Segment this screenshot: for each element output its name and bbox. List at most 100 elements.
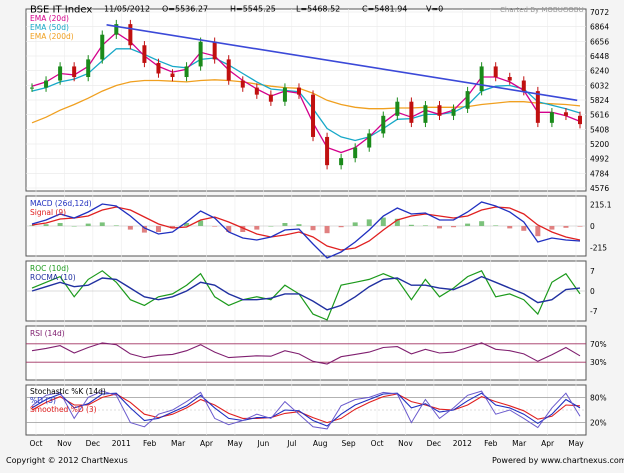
stoch-tick-label: 80% <box>590 393 607 402</box>
macd-histogram-bar <box>296 224 302 226</box>
charted-by-label: Charted By MOBUGOBU <box>500 6 584 14</box>
macd-histogram-bar <box>577 226 583 227</box>
x-tick-label: May <box>568 439 584 448</box>
candle-body <box>451 108 456 116</box>
x-tick-label: Oct <box>30 439 43 448</box>
powered-by-text: Powered by www.chartnexus.com <box>492 456 624 465</box>
candle-body <box>226 59 231 81</box>
legend-entry: EMA (50d) <box>30 23 69 32</box>
macd-histogram-bar <box>422 225 428 226</box>
candle-body <box>578 115 582 125</box>
candle-body <box>535 91 540 123</box>
macd-histogram-bar <box>535 226 541 237</box>
candle-body <box>395 101 400 116</box>
macd-histogram-bar <box>268 226 274 227</box>
macd-tick-label: -215 <box>590 244 607 253</box>
copyright-text: Copyright © 2012 ChartNexus <box>6 456 128 465</box>
open-readout: O=5536.27 <box>162 5 208 14</box>
macd-histogram-bar <box>282 223 288 226</box>
price-tick-label: 4992 <box>590 155 609 164</box>
legend-entry: Smoothed %D (3) <box>30 405 97 414</box>
macd-histogram-bar <box>451 226 457 228</box>
x-tick-label: Apr <box>200 439 214 448</box>
macd-histogram-bar <box>563 226 569 228</box>
candle-body <box>409 101 414 123</box>
rsi-tick-label: 30% <box>590 358 607 367</box>
macd-tick-label: 215.1 <box>590 200 612 209</box>
x-tick-label: Dec <box>86 439 101 448</box>
price-tick-label: 6656 <box>590 37 609 46</box>
candle-body <box>268 94 273 102</box>
macd-histogram-bar <box>85 223 91 226</box>
macd-histogram-bar <box>436 226 442 229</box>
x-tick-label: Apr <box>541 439 555 448</box>
x-tick-label: Dec <box>427 439 442 448</box>
candle-body <box>437 105 442 116</box>
x-tick-label: Sep <box>342 439 356 448</box>
roc-tick-label: 0 <box>590 287 595 296</box>
macd-histogram-bar <box>380 217 386 226</box>
macd-histogram-bar <box>113 225 119 226</box>
macd-histogram-bar <box>465 223 471 226</box>
low-readout: L=5468.52 <box>296 5 340 14</box>
candle-body <box>325 136 330 166</box>
candle-body <box>311 94 316 137</box>
candle-body <box>198 41 203 67</box>
macd-histogram-bar <box>507 226 513 229</box>
x-tick-label: Mar <box>171 439 186 448</box>
x-tick-label: Mar <box>512 439 527 448</box>
volume-readout: V=0 <box>426 5 443 14</box>
macd-histogram-bar <box>493 225 499 226</box>
macd-histogram-bar <box>212 226 218 227</box>
candle-body <box>282 87 287 102</box>
rsi-panel <box>25 325 587 381</box>
candle-body <box>507 77 512 81</box>
x-tick-label: Jun <box>257 439 270 448</box>
macd-histogram-bar <box>324 226 330 234</box>
price-tick-label: 5200 <box>590 140 609 149</box>
legend-entry: %D (3) <box>30 396 56 405</box>
rsi-tick-label: 70% <box>590 340 607 349</box>
macd-histogram-bar <box>549 226 555 230</box>
price-tick-label: 6448 <box>590 52 609 61</box>
legend-entry: ROC (10d) <box>30 264 69 273</box>
roc-tick-label: -7 <box>590 307 598 316</box>
x-tick-label: Feb <box>143 439 157 448</box>
macd-histogram-bar <box>479 221 485 226</box>
candle-body <box>58 66 63 81</box>
date-readout: 11/05/2012 <box>104 5 150 14</box>
x-tick-label: Oct <box>371 439 384 448</box>
stoch-tick-label: 20% <box>590 419 607 428</box>
candle-body <box>521 80 526 92</box>
macd-histogram-bar <box>310 226 316 231</box>
macd-histogram-bar <box>43 224 49 226</box>
candle-body <box>240 80 245 88</box>
candle-body <box>465 91 470 109</box>
price-tick-label: 4576 <box>590 184 609 193</box>
legend-entry: MACD (26d,12d) <box>30 199 92 208</box>
macd-histogram-bar <box>71 226 77 227</box>
macd-histogram-bar <box>57 223 63 226</box>
x-tick-label: 2012 <box>453 439 472 448</box>
candle-body <box>549 112 554 123</box>
price-tick-label: 7072 <box>590 8 609 17</box>
price-tick-label: 6240 <box>590 67 609 76</box>
legend-entry: RSI (14d) <box>30 329 65 338</box>
legend-entry: Stochastic %K (14d) <box>30 387 106 396</box>
x-tick-label: Jul <box>286 439 296 448</box>
candle-body <box>296 87 301 95</box>
x-tick-label: Nov <box>57 439 72 448</box>
macd-histogram-bar <box>29 225 35 226</box>
macd-histogram-bar <box>366 219 372 226</box>
macd-tick-label: 0 <box>590 222 595 231</box>
candle-body <box>423 105 428 123</box>
candle-body <box>128 24 133 46</box>
chart-window: 7072 6864 6656 6448 6240 6032 5824 5616 5408 5200… <box>0 0 624 469</box>
candle-body <box>142 45 147 63</box>
candle-body <box>339 158 344 166</box>
candle-body <box>170 73 175 78</box>
candle-body <box>367 133 372 148</box>
close-readout: C=5481.94 <box>362 5 407 14</box>
candle-body <box>493 66 498 78</box>
macd-histogram-bar <box>408 224 414 226</box>
